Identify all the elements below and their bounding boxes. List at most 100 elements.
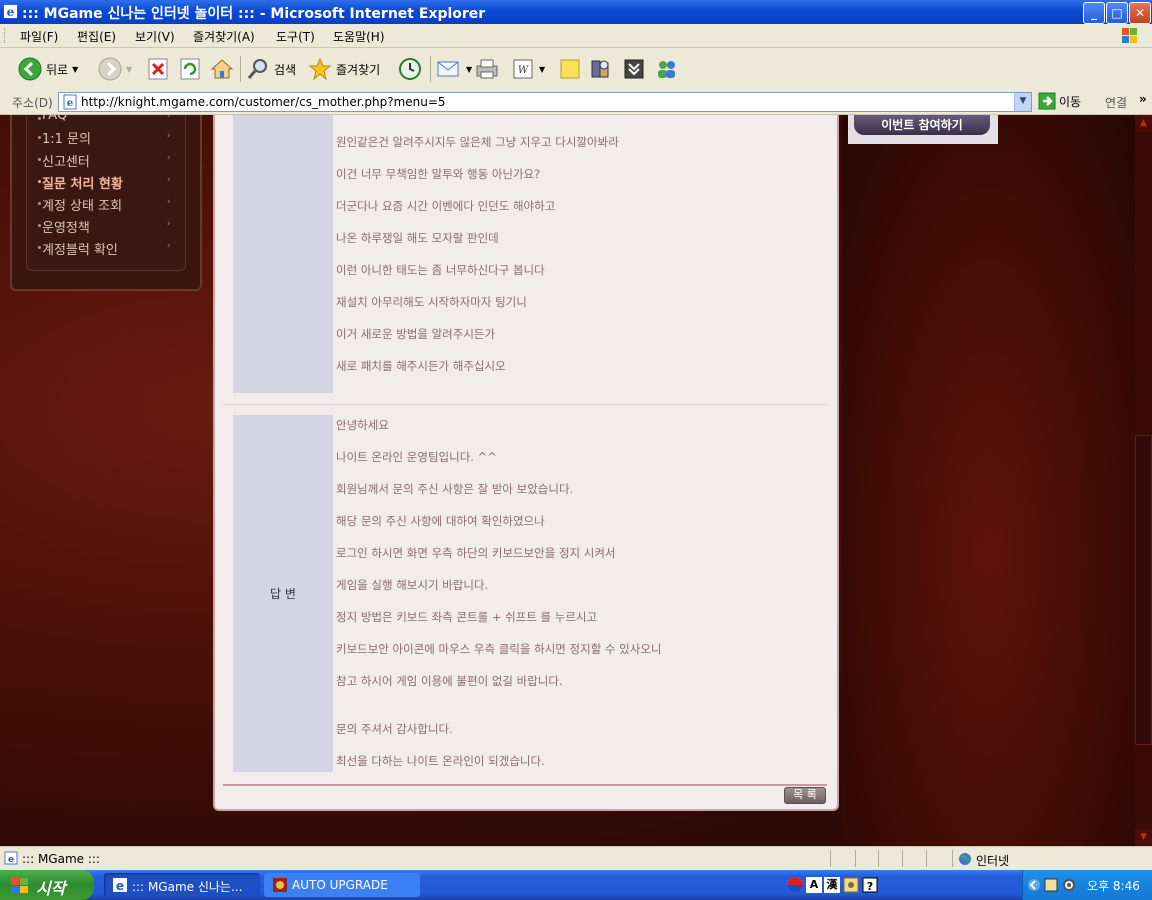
ime-hanja-label[interactable]: 漢: [824, 877, 840, 893]
links-more-icon[interactable]: »: [1139, 92, 1147, 106]
toolbar-separator: [240, 56, 241, 82]
back-button[interactable]: 뒤로 ▼: [18, 54, 78, 84]
status-panel-divider: [855, 850, 856, 867]
menu-tools[interactable]: 도구(T): [276, 28, 315, 45]
ime-a-label[interactable]: A: [806, 877, 822, 893]
menu-favorites[interactable]: 즐겨찾기(A): [193, 28, 255, 45]
svg-text:?: ?: [867, 880, 873, 893]
window-titlebar[interactable]: e ::: MGame 신나는 인터넷 놀이터 ::: - Microsoft …: [0, 0, 1152, 24]
address-input[interactable]: e http://knight.mgame.com/customer/cs_mo…: [58, 92, 1032, 112]
page-status-icon: e: [4, 851, 18, 865]
mail-dropdown-icon[interactable]: ▼: [466, 65, 472, 74]
svg-text:e: e: [67, 98, 73, 109]
mail-button[interactable]: ▼: [436, 54, 472, 84]
clock[interactable]: 오후 8:46: [1087, 877, 1140, 894]
forward-arrow-icon: [98, 57, 122, 81]
refresh-button[interactable]: [179, 54, 201, 84]
korea-flag-icon: [787, 877, 803, 893]
sidebar-item-policy[interactable]: 운영정책: [42, 217, 90, 236]
go-arrow-icon: [1038, 92, 1056, 110]
tray-gear-icon[interactable]: [1061, 877, 1077, 893]
answer-line: 문의 주셔서 감사합니다.: [336, 722, 453, 736]
forward-button[interactable]: ▼: [98, 54, 132, 84]
windows-logo-icon: [1122, 28, 1137, 43]
tray-app-icon[interactable]: [1043, 877, 1059, 893]
status-panel-divider: [878, 850, 879, 867]
answer-line: 회원님께서 문의 주신 사항은 잘 받아 보았습니다.: [336, 482, 574, 496]
address-url[interactable]: http://knight.mgame.com/customer/cs_moth…: [81, 95, 446, 109]
answer-line: 참고 하시어 게임 이용에 불편이 없길 바랍니다.: [336, 674, 563, 688]
back-dropdown-icon[interactable]: ▼: [72, 65, 78, 74]
close-button[interactable]: ✕: [1129, 2, 1151, 24]
globe-icon: [959, 853, 971, 865]
edit-button[interactable]: W ▼: [511, 54, 545, 84]
menu-edit[interactable]: 편집(E): [77, 28, 116, 45]
task-auto-upgrade[interactable]: AUTO UPGRADE: [264, 873, 420, 897]
favorites-label: 즐겨찾기: [336, 62, 381, 77]
arrow-icon: ›: [167, 175, 171, 185]
sidebar-item-faq[interactable]: FAQ: [42, 115, 67, 123]
game-task-icon: [273, 878, 287, 892]
home-button[interactable]: [210, 54, 234, 84]
note-button[interactable]: [558, 54, 582, 84]
restore-button[interactable]: □: [1106, 2, 1128, 24]
scroll-thumb[interactable]: [1135, 435, 1152, 745]
page-icon: e: [63, 94, 77, 110]
toolbar-separator: [430, 56, 431, 82]
tray-expand-icon[interactable]: [1027, 878, 1041, 892]
research-button[interactable]: [588, 54, 612, 84]
print-button[interactable]: [474, 54, 500, 84]
word-edit-icon: W: [513, 59, 533, 79]
ime-settings-icon[interactable]: [842, 876, 860, 894]
event-banner[interactable]: 이번트 참여하기: [848, 115, 998, 144]
answer-line: 정지 방법은 키보드 좌측 콘트롤 + 쉬프트 를 누르시고: [336, 610, 598, 624]
scroll-up-icon[interactable]: ▲: [1135, 115, 1152, 132]
scroll-down-icon[interactable]: ▼: [1135, 829, 1152, 846]
home-icon: [210, 59, 234, 79]
menu-file[interactable]: 파일(F): [20, 28, 58, 45]
back-arrow-icon: [18, 57, 42, 81]
address-dropdown-icon[interactable]: ▼: [1014, 93, 1031, 111]
list-button[interactable]: 목 록: [784, 787, 826, 804]
ime-toolbar[interactable]: A 漢 ?: [786, 874, 878, 896]
address-label: 주소(D): [12, 96, 53, 110]
qa-content-panel: 원인같은건 알려주시지두 않은체 그냥 지우고 다시깔아봐라 이건 너무 무책임…: [213, 115, 839, 811]
messenger-button[interactable]: [654, 54, 680, 84]
minimize-button[interactable]: _: [1083, 2, 1105, 24]
bullet-icon: [38, 224, 41, 227]
sidebar-item-inquiry[interactable]: 1:1 문의: [42, 128, 91, 147]
arrow-icon: ›: [167, 153, 171, 163]
search-label: 검색: [274, 62, 297, 77]
question-line: 이런 아니한 태도는 좀 너무하신다구 봅니다: [336, 263, 545, 277]
question-line: 이건 너무 무책임한 말투와 행동 아닌가요?: [336, 167, 541, 181]
messenger-icon: [658, 61, 675, 78]
event-banner-text: 이번트 참여하기: [854, 115, 990, 135]
menu-grip: [4, 28, 8, 43]
sidebar-item-block-check[interactable]: 계정블럭 확인: [42, 239, 118, 258]
edit-dropdown-icon[interactable]: ▼: [539, 65, 545, 74]
favorites-button[interactable]: 즐겨찾기: [308, 54, 380, 84]
links-label[interactable]: 연결: [1105, 94, 1127, 111]
answer-label: 답 변: [270, 587, 296, 601]
bullet-icon: [38, 180, 41, 183]
sidebar-item-account-status[interactable]: 계정 상태 조회: [42, 195, 122, 214]
vertical-scrollbar[interactable]: ▲ ▼: [1135, 115, 1152, 846]
task-mgame[interactable]: e ::: MGame 신나는...: [104, 873, 260, 897]
question-label-cell: [233, 115, 333, 393]
task-mgame-label: ::: MGame 신나는...: [132, 880, 243, 894]
stop-button[interactable]: [147, 54, 169, 84]
search-button[interactable]: 검색: [246, 54, 296, 84]
address-bar: 주소(D) e http://knight.mgame.com/customer…: [0, 90, 1152, 115]
menu-help[interactable]: 도움말(H): [333, 28, 385, 45]
help-icon[interactable]: ?: [862, 877, 878, 893]
start-button[interactable]: 시작: [0, 870, 94, 900]
forward-dropdown-icon[interactable]: ▼: [126, 65, 132, 74]
menu-bar: 파일(F) 편집(E) 보기(V) 즐겨찾기(A) 도구(T) 도움말(H): [0, 24, 1152, 48]
sidebar-item-report[interactable]: 신고센터: [42, 151, 90, 170]
svg-text:e: e: [8, 855, 14, 865]
menu-view[interactable]: 보기(V): [135, 28, 175, 45]
history-button[interactable]: [397, 54, 423, 84]
sidebar-item-question-status[interactable]: 질문 처리 현황: [42, 173, 123, 192]
go-button[interactable]: 이동: [1038, 92, 1081, 110]
download-button[interactable]: [622, 54, 646, 84]
